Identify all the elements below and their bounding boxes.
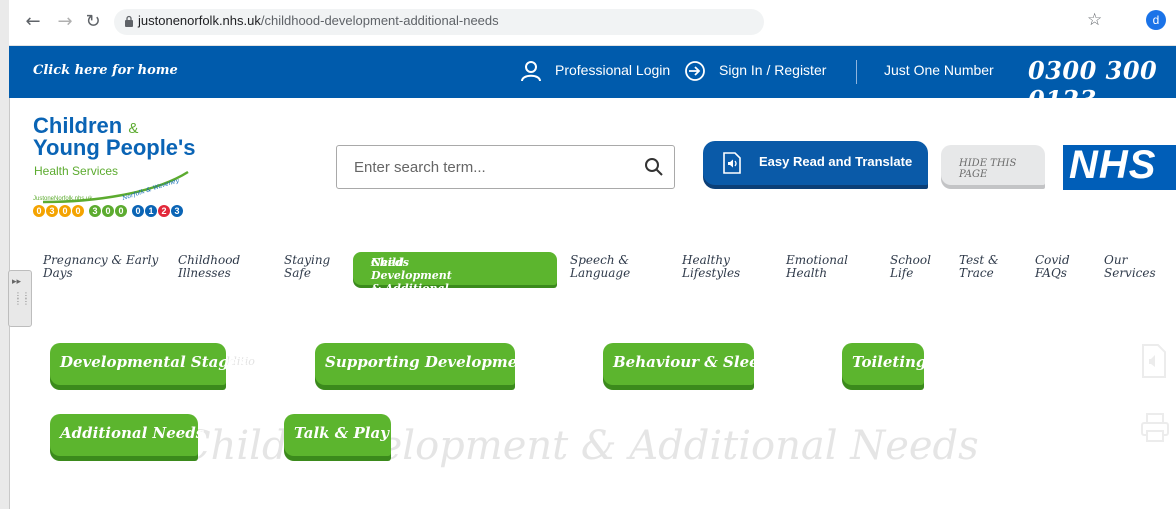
nav-label-line: Healthy bbox=[682, 253, 730, 267]
tile-toileting[interactable]: Toileting bbox=[842, 343, 927, 385]
nav-label-line: Pregnancy & Early bbox=[43, 253, 159, 267]
nhs-logo: NHS bbox=[1063, 143, 1176, 190]
logo-digit: 0 bbox=[59, 205, 71, 217]
nav-label-line: Services bbox=[1104, 266, 1156, 280]
logo-digit: 3 bbox=[89, 205, 101, 217]
nav-label-line: Emotional bbox=[786, 253, 848, 267]
nav-label-line: Lifestyles bbox=[682, 266, 741, 280]
nav-label-line: Childhood bbox=[178, 253, 241, 267]
expand-arrows-icon: ▸▸ bbox=[12, 277, 22, 287]
tile-behaviour-sleep[interactable]: Behaviour & Sleep bbox=[603, 343, 769, 385]
nav-label-line: FAQs bbox=[1035, 266, 1067, 280]
nav-item-childhood-illnesses[interactable]: Childhood Illnesses bbox=[178, 254, 240, 280]
url-text: justonenorfolk.nhs.uk/childhood-developm… bbox=[138, 13, 499, 28]
logo-digit: 0 bbox=[132, 205, 144, 217]
side-panel-handle[interactable]: ▸▸ ⋮⋮ ⋮⋮ bbox=[8, 270, 32, 327]
tile-label: Talk & Play bbox=[294, 424, 389, 442]
audio-document-icon bbox=[723, 152, 741, 174]
site-logo[interactable]: Children & Young People's Health Service… bbox=[33, 113, 203, 223]
nav-label-line: Health bbox=[786, 266, 828, 280]
profile-avatar[interactable]: d bbox=[1146, 10, 1166, 30]
logo-digit: 0 bbox=[102, 205, 114, 217]
divider bbox=[856, 60, 857, 84]
top-utility-bar: Click here for home Professional Login S… bbox=[9, 46, 1176, 114]
user-icon bbox=[521, 61, 541, 82]
nav-item-covid-faqs[interactable]: Covid FAQs bbox=[1035, 254, 1070, 280]
nav-label-line: Life bbox=[890, 266, 914, 280]
hide-this-page-button[interactable]: HIDE THIS PAGE bbox=[941, 145, 1045, 185]
nav-label-line: Trace bbox=[959, 266, 994, 280]
back-arrow-icon[interactable]: ← bbox=[23, 12, 43, 32]
logo-digit: 0 bbox=[33, 205, 45, 217]
bookmark-star-icon[interactable]: ☆ bbox=[1087, 10, 1102, 30]
tile-label: Developmental Stages bbox=[60, 353, 247, 371]
logo-digit: 3 bbox=[171, 205, 183, 217]
nav-label-line: Safe bbox=[284, 266, 311, 280]
nav-label-line: School bbox=[890, 253, 931, 267]
tile-supporting-development[interactable]: Supporting Development bbox=[315, 343, 535, 385]
easy-read-label: Easy Read and Translate bbox=[759, 154, 913, 169]
audio-document-icon[interactable] bbox=[1140, 343, 1168, 379]
nav-label-line: Our bbox=[1104, 253, 1128, 267]
logo-digit: 3 bbox=[46, 205, 58, 217]
address-bar[interactable]: justonenorfolk.nhs.uk/childhood-developm… bbox=[114, 9, 764, 35]
just-one-number-label: Just One Number bbox=[884, 62, 994, 78]
logo-digit: 1 bbox=[145, 205, 157, 217]
phone-number[interactable]: 0300 300 0123 bbox=[1028, 56, 1176, 114]
sign-in-register-link[interactable]: Sign In / Register bbox=[719, 62, 826, 78]
search-box bbox=[336, 145, 675, 189]
nhs-logo-text: NHS bbox=[1069, 143, 1157, 187]
logo-site: JustoneNorfolk.nhs.uk bbox=[33, 196, 93, 202]
reload-icon[interactable]: ↻ bbox=[83, 12, 103, 32]
grip-icon: ⋮⋮ ⋮⋮ bbox=[14, 291, 30, 306]
nav-label-line: Test & bbox=[959, 253, 999, 267]
lock-icon bbox=[125, 15, 133, 27]
logo-digit: 2 bbox=[158, 205, 170, 217]
nav-item-pregnancy[interactable]: Pregnancy & Early Days bbox=[43, 254, 158, 280]
easy-read-translate-button[interactable]: Easy Read and Translate bbox=[703, 141, 928, 185]
home-link[interactable]: Click here for home bbox=[33, 63, 178, 78]
nav-item-test-trace[interactable]: Test & Trace bbox=[959, 254, 999, 280]
nav-item-healthy-lifestyles[interactable]: Healthy Lifestyles bbox=[682, 254, 740, 280]
logo-swoosh-icon bbox=[42, 170, 189, 204]
logo-phone-digits: 0 3 0 0 3 0 0 0 1 2 3 bbox=[33, 205, 183, 217]
logo-line-2: Young People's bbox=[33, 135, 196, 160]
search-icon[interactable] bbox=[644, 157, 664, 177]
nav-item-emotional-health[interactable]: Emotional Health bbox=[786, 254, 848, 280]
nav-item-school-life[interactable]: School Life bbox=[890, 254, 931, 280]
hide-page-label: HIDE THIS PAGE bbox=[959, 158, 1017, 180]
search-input[interactable] bbox=[354, 156, 634, 178]
nav-item-our-services[interactable]: Our Services bbox=[1104, 254, 1156, 280]
nav-label-line: Speech & bbox=[570, 253, 630, 267]
nav-label-line: Illnesses bbox=[178, 266, 231, 280]
tile-label: Additional Needs bbox=[60, 424, 205, 442]
nav-label-line: Covid bbox=[1035, 253, 1070, 267]
nav-label-line: Needs bbox=[371, 256, 409, 269]
tile-label: Toileting bbox=[852, 353, 927, 371]
nav-label-line: Days bbox=[43, 266, 73, 280]
tile-label: Behaviour & Sleep bbox=[613, 353, 770, 371]
tile-label: Supporting Development bbox=[325, 353, 536, 371]
tile-additional-needs[interactable]: Additional Needs bbox=[50, 414, 204, 456]
nav-item-speech-language[interactable]: Speech & Language bbox=[570, 254, 630, 280]
print-icon[interactable] bbox=[1140, 412, 1170, 444]
nav-label-line: Staying bbox=[284, 253, 331, 267]
nav-item-child-development-active[interactable]: Child Development & Additional Needs bbox=[353, 252, 557, 295]
tile-developmental-stages[interactable]: Developmental Stages bbox=[50, 343, 247, 385]
sign-in-icon bbox=[685, 61, 705, 81]
nav-label-line: Language bbox=[570, 266, 631, 280]
tile-talk-play[interactable]: Talk & Play bbox=[284, 414, 391, 456]
browser-toolbar: ← → ↻ justonenorfolk.nhs.uk/childhood-de… bbox=[9, 0, 1176, 46]
nav-item-staying-safe[interactable]: Staying Safe bbox=[284, 254, 330, 280]
logo-digit: 0 bbox=[72, 205, 84, 217]
forward-arrow-icon[interactable]: → bbox=[55, 12, 75, 32]
logo-digit: 0 bbox=[115, 205, 127, 217]
professional-login-link[interactable]: Professional Login bbox=[555, 62, 670, 78]
